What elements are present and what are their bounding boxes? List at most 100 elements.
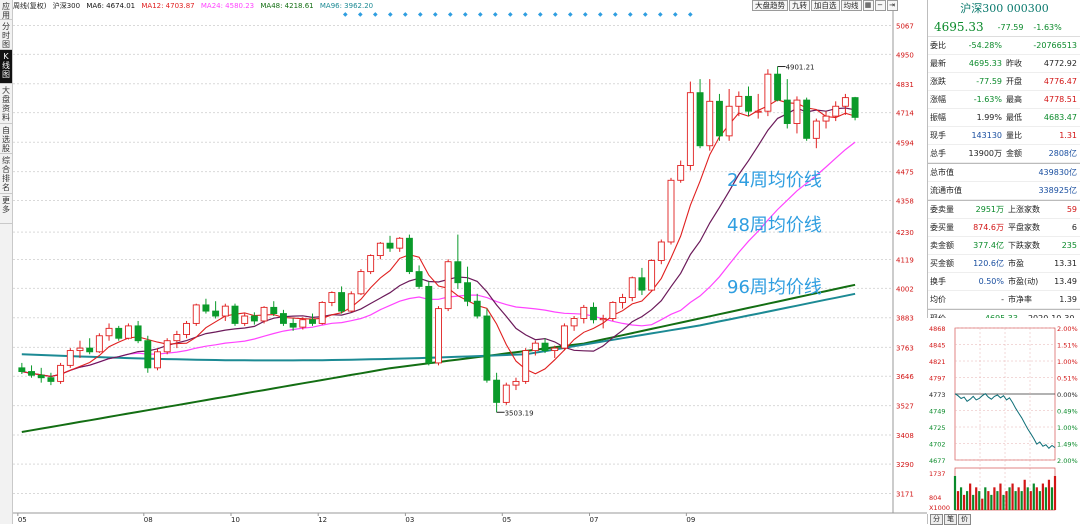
- candle-body[interactable]: [464, 282, 471, 302]
- candle-body[interactable]: [580, 306, 588, 319]
- candle-body[interactable]: [715, 100, 723, 137]
- intraday-chart[interactable]: 4868 2.00% 4845 1.51% 4821 1.00% 4797 0.51% 4773…: [927, 318, 1080, 514]
- candle-body[interactable]: [347, 293, 355, 312]
- candle-body[interactable]: [454, 261, 462, 284]
- candle-body[interactable]: [483, 315, 491, 381]
- candle-body[interactable]: [250, 315, 258, 322]
- candle-body[interactable]: [803, 99, 811, 139]
- candle-body[interactable]: [338, 292, 346, 312]
- candle-body[interactable]: [144, 340, 152, 369]
- left-tab-4[interactable]: 自选股: [0, 124, 12, 154]
- candle-body[interactable]: [619, 297, 627, 303]
- candle-body[interactable]: [105, 327, 113, 337]
- candle-body[interactable]: [357, 271, 365, 295]
- candle-body[interactable]: [638, 277, 646, 291]
- candle-body[interactable]: [435, 308, 442, 364]
- candle-body[interactable]: [115, 327, 123, 339]
- candle-body[interactable]: [318, 301, 326, 324]
- candle-body[interactable]: [677, 165, 685, 181]
- candle-body[interactable]: [28, 371, 35, 376]
- candle-body[interactable]: [735, 95, 743, 107]
- candle-body[interactable]: [628, 277, 636, 298]
- candle-body[interactable]: [512, 380, 520, 386]
- candle-body[interactable]: [154, 351, 161, 369]
- candle-body[interactable]: [502, 384, 510, 403]
- candle-body[interactable]: [183, 322, 191, 335]
- candle-body[interactable]: [754, 110, 762, 113]
- candle-body[interactable]: [289, 322, 297, 328]
- candle-body[interactable]: [531, 342, 539, 352]
- candle-body[interactable]: [851, 97, 859, 118]
- candle-body[interactable]: [764, 73, 772, 112]
- candle-body[interactable]: [667, 179, 675, 243]
- candle-body[interactable]: [47, 377, 55, 382]
- candle-body[interactable]: [609, 301, 617, 319]
- candle-body[interactable]: [212, 310, 220, 317]
- candle-body[interactable]: [783, 99, 791, 124]
- candle-body[interactable]: [18, 367, 26, 372]
- candle-body[interactable]: [309, 319, 316, 324]
- candle-body[interactable]: [473, 300, 481, 317]
- candle-body[interactable]: [444, 261, 452, 310]
- candle-body[interactable]: [599, 318, 607, 321]
- bottom-tab-1[interactable]: 笔: [944, 514, 957, 525]
- row-value-2: 4776.47: [1043, 77, 1077, 86]
- candle-body[interactable]: [405, 237, 413, 273]
- candle-body[interactable]: [686, 92, 694, 166]
- candle-body[interactable]: [173, 334, 181, 342]
- candle-body[interactable]: [76, 347, 84, 352]
- left-tab-1[interactable]: 分时图: [0, 20, 12, 50]
- candle-body[interactable]: [279, 313, 287, 324]
- candle-body[interactable]: [696, 92, 704, 147]
- kline-chart[interactable]: 5067 4950 4831 4714 4594 4475 4358 4230 4119 4002…: [13, 0, 927, 524]
- candle-body[interactable]: [541, 342, 549, 352]
- bottom-tab-2[interactable]: 价: [958, 514, 971, 525]
- candle-body[interactable]: [328, 292, 336, 303]
- candle-body[interactable]: [415, 271, 423, 287]
- candle-body[interactable]: [376, 242, 384, 257]
- candle-body[interactable]: [570, 318, 578, 327]
- candle-body[interactable]: [396, 237, 404, 249]
- candle-body[interactable]: [745, 95, 752, 112]
- candle-body[interactable]: [86, 347, 94, 353]
- candle-body[interactable]: [832, 105, 840, 117]
- candle-body[interactable]: [299, 319, 307, 328]
- candle-body[interactable]: [590, 306, 597, 321]
- candle-body[interactable]: [493, 379, 501, 403]
- candle-body[interactable]: [124, 325, 132, 339]
- candle-body[interactable]: [841, 97, 849, 107]
- candle-body[interactable]: [202, 304, 210, 312]
- candle-body[interactable]: [221, 305, 229, 317]
- candle-body[interactable]: [812, 120, 820, 139]
- candle-body[interactable]: [822, 115, 830, 122]
- candle-body[interactable]: [706, 100, 714, 147]
- candle-body[interactable]: [37, 374, 45, 379]
- candle-body[interactable]: [425, 285, 433, 364]
- candle-body[interactable]: [774, 73, 782, 101]
- candle-body[interactable]: [725, 105, 733, 137]
- candle-body[interactable]: [231, 305, 239, 324]
- left-tab-2[interactable]: K线图: [0, 50, 12, 84]
- left-tab-6[interactable]: 更多: [0, 194, 12, 224]
- candle-body[interactable]: [192, 304, 200, 324]
- bottom-tab-0[interactable]: 分: [930, 514, 943, 525]
- candle-body[interactable]: [66, 350, 74, 366]
- left-tab-3[interactable]: 大盘资料: [0, 84, 12, 124]
- candle-body[interactable]: [793, 99, 801, 124]
- candle-body[interactable]: [163, 340, 171, 353]
- candle-body[interactable]: [386, 242, 394, 249]
- candle-body[interactable]: [648, 260, 656, 291]
- candle-body[interactable]: [551, 347, 559, 352]
- candle-body[interactable]: [134, 325, 142, 342]
- candle-body[interactable]: [270, 306, 278, 315]
- candle-body[interactable]: [522, 350, 530, 382]
- candle-body[interactable]: [241, 315, 249, 324]
- candle-body[interactable]: [95, 335, 103, 353]
- candle-body[interactable]: [657, 241, 665, 261]
- candle-body[interactable]: [260, 306, 268, 322]
- candle-body[interactable]: [560, 325, 568, 349]
- left-tab-0[interactable]: 应用: [0, 0, 12, 20]
- left-tab-5[interactable]: 综合排名: [0, 154, 12, 194]
- candle-body[interactable]: [57, 364, 65, 382]
- candle-body[interactable]: [367, 255, 375, 273]
